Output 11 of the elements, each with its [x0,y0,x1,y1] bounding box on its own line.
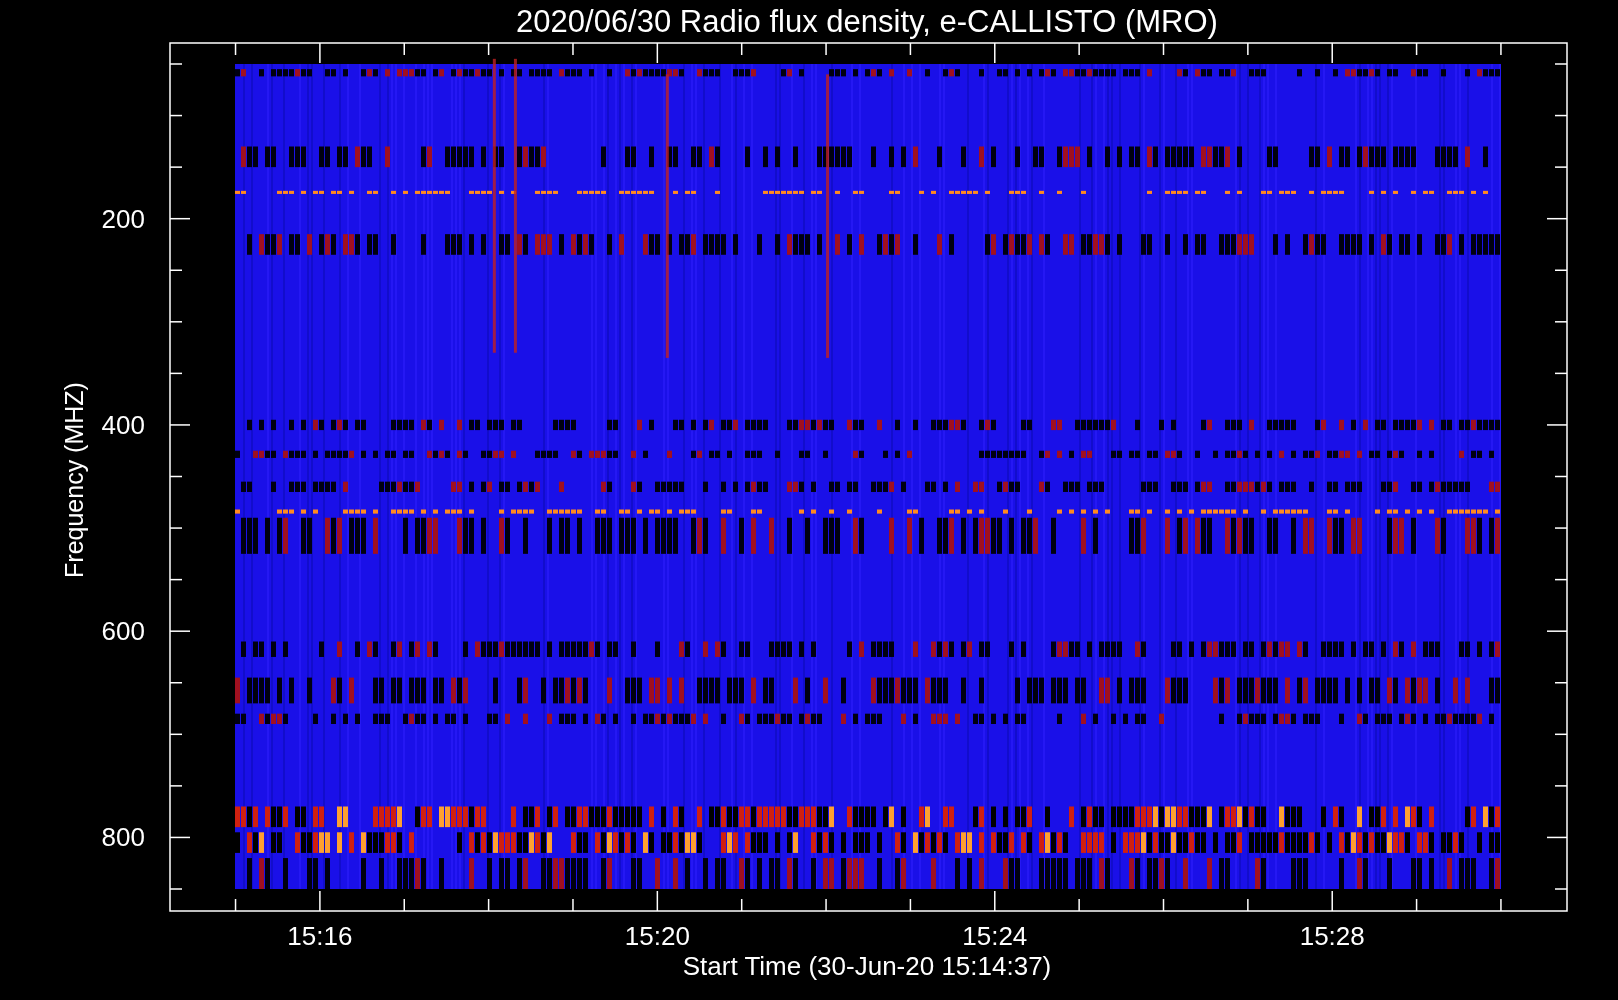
x-tick-label: 15:28 [1299,921,1365,951]
y-tick-label: 800 [101,822,145,853]
x-axis-label: Start Time (30-Jun-20 15:14:37) [682,951,1052,981]
y-axis-label: Frequency (MHZ) [60,382,88,578]
x-tick-label: 15:16 [287,921,353,951]
y-tick-label: 200 [101,203,145,234]
y-tick-label: 400 [101,409,145,440]
y-tick-label: 600 [101,616,145,647]
chart-title: 2020/06/30 Radio flux density, e-CALLISTO (MRO) [516,4,1218,39]
x-tick-label: 15:20 [624,921,690,951]
x-tick-label: 15:24 [962,921,1028,951]
